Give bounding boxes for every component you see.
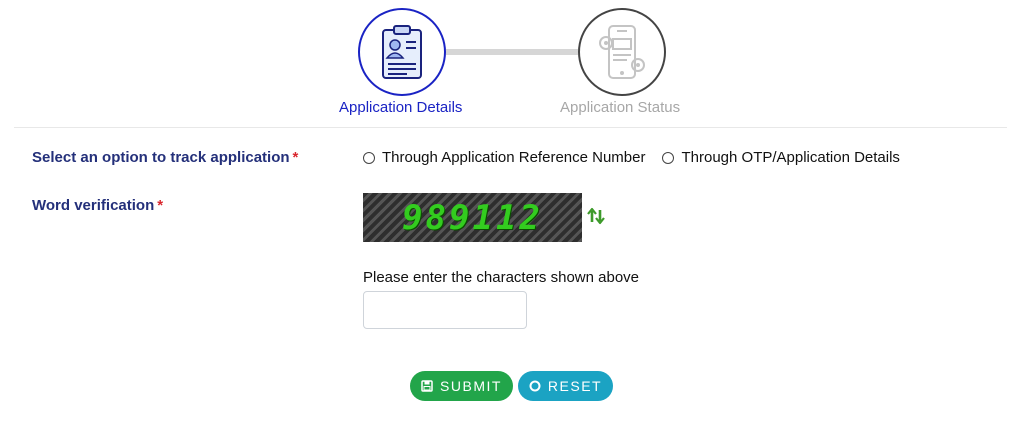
- submit-button[interactable]: SUBMIT: [410, 371, 513, 401]
- track-option-label-text: Select an option to track application: [32, 149, 290, 166]
- captcha-image: 989112: [363, 193, 582, 242]
- save-icon: [421, 380, 433, 392]
- device-gear-icon: [599, 25, 645, 79]
- step-application-status: [578, 8, 666, 96]
- refresh-icon[interactable]: [587, 206, 605, 226]
- step-label-application-status: Application Status: [560, 99, 681, 116]
- radio-option-reference-number[interactable]: Through Application Reference Number: [363, 149, 645, 166]
- radio-label-otp-details: Through OTP/Application Details: [681, 149, 900, 166]
- track-option-label: Select an option to track application *: [32, 149, 298, 166]
- captcha-input[interactable]: [363, 291, 527, 329]
- reset-button-label: RESET: [547, 378, 603, 394]
- radio-button-otp-details[interactable]: [662, 151, 675, 164]
- radio-label-reference-number: Through Application Reference Number: [382, 149, 646, 166]
- word-verification-label-text: Word verification: [32, 197, 155, 214]
- submit-button-label: SUBMIT: [440, 378, 502, 394]
- step-label-application-details: Application Details: [339, 99, 463, 116]
- captcha-text: 989112: [402, 197, 543, 238]
- word-verification-label: Word verification *: [32, 197, 163, 214]
- captcha-prompt: Please enter the characters shown above: [363, 269, 639, 286]
- required-marker: *: [292, 149, 299, 166]
- radio-button-reference-number[interactable]: [363, 151, 375, 164]
- required-marker: *: [157, 197, 164, 214]
- progress-stepper: Application Details Application Status: [0, 0, 1024, 128]
- radio-option-otp-details[interactable]: Through OTP/Application Details: [662, 149, 900, 166]
- step-connector: [446, 49, 578, 55]
- reset-button[interactable]: RESET: [518, 371, 613, 401]
- clipboard-id-icon: [382, 25, 422, 79]
- track-option-radio-group: Through Application Reference Number Thr…: [363, 149, 917, 166]
- section-divider: [14, 127, 1007, 128]
- circle-icon: [529, 380, 541, 392]
- step-application-details: [358, 8, 446, 96]
